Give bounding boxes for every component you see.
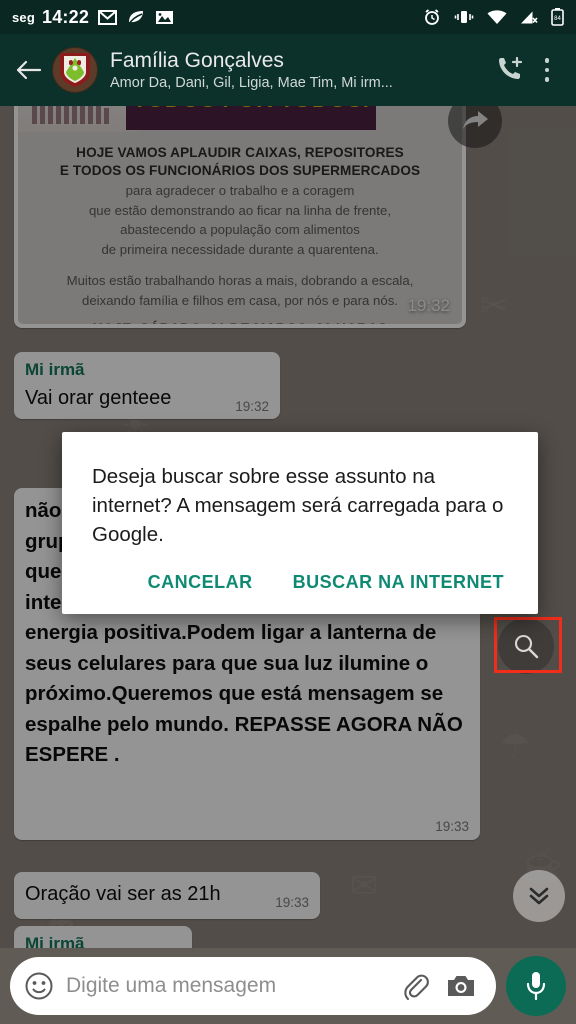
status-day-label: seg (12, 9, 36, 25)
more-options-icon[interactable] (532, 48, 562, 92)
camera-icon[interactable] (442, 967, 480, 1005)
battery-icon: 84 (551, 8, 564, 26)
svg-text:84: 84 (554, 16, 561, 22)
message-input[interactable] (66, 974, 388, 998)
composer-field-container[interactable] (10, 957, 496, 1015)
status-clock: 14:22 (42, 6, 90, 27)
whatsapp-chat-screen: seg 14:22 84 Família Gonçalves Amor Da, … (0, 0, 576, 1024)
cancel-button[interactable]: CANCELAR (134, 563, 267, 602)
gmail-icon (98, 9, 118, 25)
chat-header: Família Gonçalves Amor Da, Dani, Gil, Li… (0, 34, 576, 106)
scroll-to-bottom-icon[interactable] (513, 870, 565, 922)
header-text-block[interactable]: Família Gonçalves Amor Da, Dani, Gil, Li… (110, 48, 488, 93)
avatar[interactable] (52, 47, 98, 93)
emoji-icon[interactable] (22, 969, 56, 1003)
status-bar-right: 84 (423, 8, 564, 26)
composer-bar (0, 948, 576, 1024)
vibrate-icon (454, 9, 474, 25)
attach-icon[interactable] (396, 967, 434, 1005)
menu-dot (544, 77, 550, 82)
status-bar-left: seg 14:22 (12, 7, 423, 28)
add-call-icon[interactable] (488, 48, 532, 92)
dialog-message: Deseja buscar sobre esse assunto na inte… (92, 465, 504, 546)
back-button[interactable] (8, 49, 50, 91)
voice-message-icon[interactable] (506, 956, 566, 1016)
status-bar: seg 14:22 84 (0, 0, 576, 34)
search-button-highlight (494, 617, 562, 673)
alarm-icon (423, 8, 441, 26)
confirm-dialog: Deseja buscar sobre esse assunto na inte… (62, 432, 538, 614)
group-participants: Amor Da, Dani, Gil, Ligia, Mae Tim, Mi i… (110, 74, 393, 91)
menu-dot (544, 58, 550, 63)
leaf-app-icon (126, 9, 146, 26)
menu-dot (544, 67, 550, 73)
wifi-icon (487, 9, 507, 25)
gallery-icon (155, 10, 174, 25)
search-internet-button[interactable]: BUSCAR NA INTERNET (279, 563, 518, 602)
page-title: Família Gonçalves (110, 48, 284, 72)
mobile-signal-off-icon (520, 10, 538, 25)
dialog-actions: CANCELAR BUSCAR NA INTERNET (62, 563, 538, 602)
